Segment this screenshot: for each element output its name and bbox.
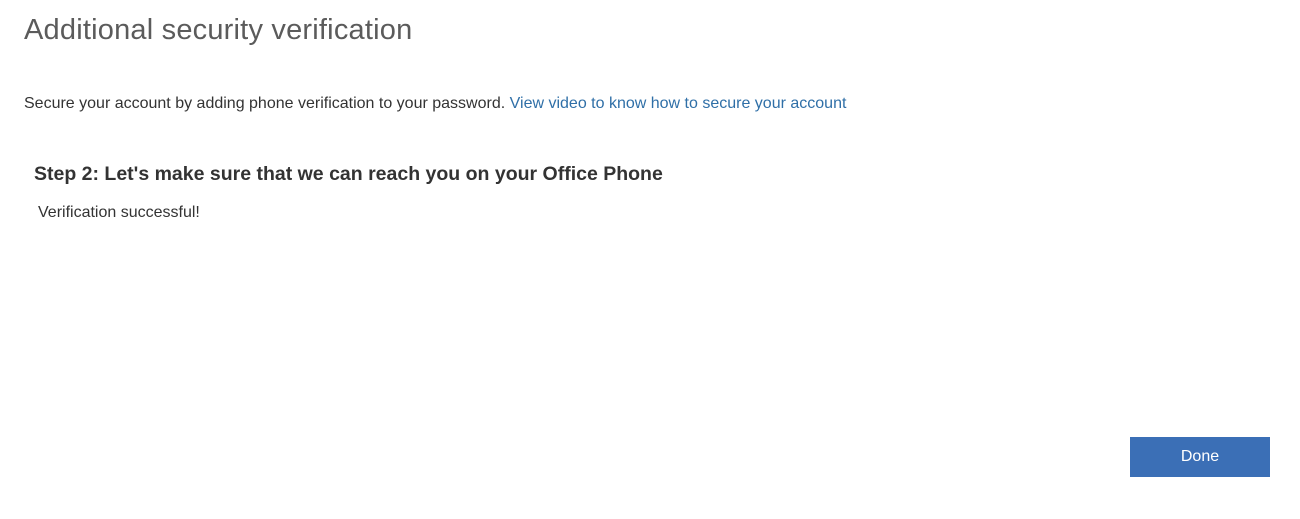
view-video-link[interactable]: View video to know how to secure your ac…	[510, 95, 847, 112]
verification-status: Verification successful!	[38, 204, 1276, 222]
intro-text: Secure your account by adding phone veri…	[24, 95, 510, 112]
step-heading: Step 2: Let's make sure that we can reac…	[34, 163, 1276, 186]
done-button[interactable]: Done	[1130, 437, 1270, 477]
intro-text-line: Secure your account by adding phone veri…	[24, 95, 1276, 113]
page-title: Additional security verification	[24, 14, 1276, 47]
